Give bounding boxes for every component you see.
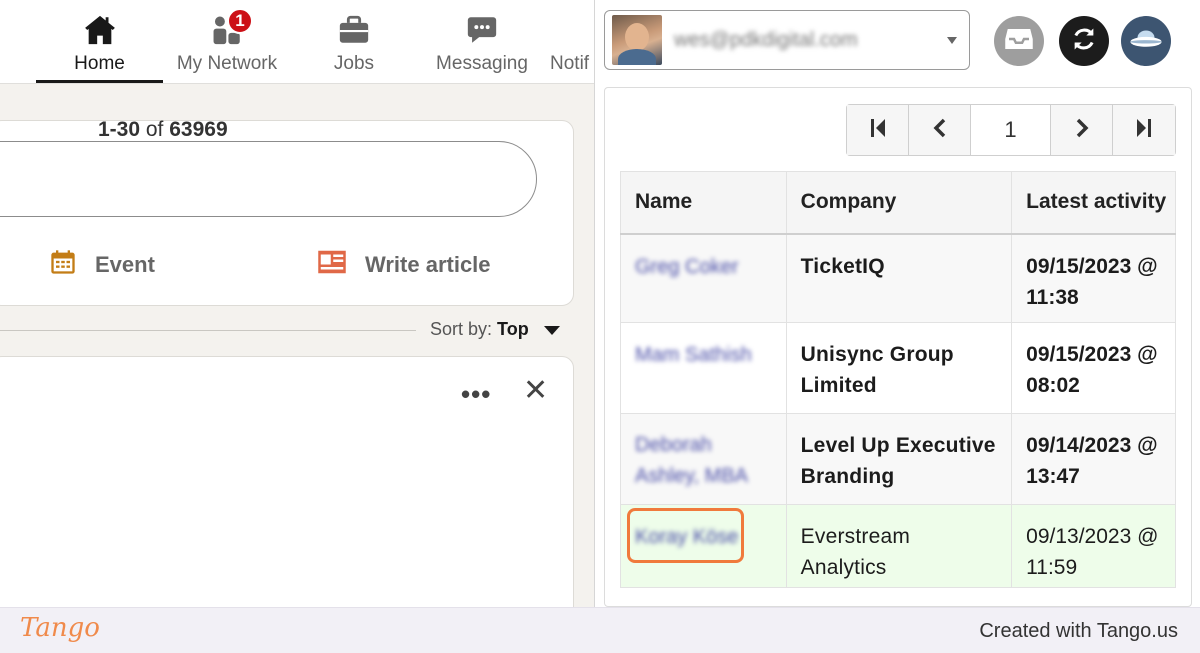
- chevron-right-icon: [1074, 117, 1090, 144]
- sort-dropdown[interactable]: Sort by: Top: [430, 319, 560, 340]
- contact-company: TicketIQ: [785, 233, 1013, 323]
- extension-logo-button[interactable]: [1121, 16, 1171, 66]
- more-options-icon[interactable]: •••: [461, 379, 491, 410]
- pagination-total: 63969: [169, 118, 228, 141]
- avatar: [612, 15, 662, 65]
- last-page-icon: [1135, 117, 1153, 144]
- bell-icon: [550, 12, 590, 48]
- chevron-left-icon: [932, 117, 948, 144]
- nav-messaging[interactable]: Messaging: [430, 0, 534, 84]
- next-page-button[interactable]: [1051, 105, 1113, 155]
- pagination-controls: 1: [846, 104, 1176, 156]
- tango-footer: Tango Created with Tango.us: [0, 607, 1200, 653]
- pagination-range: 1-30: [98, 118, 141, 141]
- contact-name-link[interactable]: Deborah Ashley, MBA: [635, 430, 772, 492]
- contact-name-link[interactable]: Greg Coker: [635, 252, 738, 283]
- caret-down-icon: [543, 325, 560, 335]
- contact-name-link[interactable]: Mam Sathish: [635, 340, 752, 371]
- contact-latest-activity: 09/15/2023 @ 08:02: [1011, 322, 1176, 414]
- sort-value: Top: [497, 319, 529, 339]
- calendar-icon: [49, 247, 77, 283]
- close-icon[interactable]: ✕: [523, 373, 548, 408]
- table-row[interactable]: Greg Coker TicketIQ 09/15/2023 @ 11:38: [620, 233, 1176, 323]
- write-article-label: Write article: [365, 252, 491, 277]
- account-email: wes@pdkdigital.com: [674, 28, 858, 51]
- table-row[interactable]: Deborah Ashley, MBA Level Up Executive B…: [620, 413, 1176, 505]
- chevron-down-icon: [947, 36, 957, 44]
- last-page-button[interactable]: [1113, 105, 1175, 155]
- write-article-button[interactable]: Write article: [317, 247, 491, 283]
- share-box: Event Write article: [0, 120, 574, 306]
- global-nav: Home 1 My Network Jobs Messaging Notif: [0, 0, 600, 84]
- sync-button[interactable]: [1059, 16, 1109, 66]
- event-button[interactable]: Event: [49, 247, 155, 283]
- first-page-button[interactable]: [847, 105, 909, 155]
- nav-home[interactable]: Home: [36, 0, 163, 84]
- inbox-button[interactable]: [994, 16, 1044, 66]
- nav-messaging-label: Messaging: [436, 53, 528, 74]
- contact-latest-activity: 09/13/2023 @ 11:59: [1011, 504, 1176, 588]
- ufo-icon: [1129, 26, 1163, 57]
- nav-notifications-label: Notif: [550, 53, 590, 74]
- article-icon: [317, 247, 347, 283]
- tango-credit[interactable]: Created with Tango.us: [979, 620, 1178, 643]
- nav-home-label: Home: [74, 53, 125, 74]
- nav-jobs-label: Jobs: [333, 53, 375, 74]
- refresh-icon: [1070, 25, 1098, 58]
- page-number-input[interactable]: 1: [971, 105, 1051, 155]
- message-icon: [462, 12, 502, 48]
- divider: [0, 330, 416, 331]
- account-select[interactable]: wes@pdkdigital.com: [604, 10, 970, 70]
- contact-latest-activity: 09/14/2023 @ 13:47: [1011, 413, 1176, 505]
- table-row[interactable]: Mam Sathish Unisync Group Limited 09/15/…: [620, 322, 1176, 414]
- tango-logo: Tango: [20, 613, 100, 643]
- pagination-summary: 1-30 of 63969: [98, 118, 228, 142]
- column-header-latest-activity[interactable]: Latest activity: [1011, 171, 1176, 235]
- table-header-row: Name Company Latest activity: [620, 171, 1176, 235]
- briefcase-icon: [334, 12, 374, 48]
- contact-latest-activity: 09/15/2023 @ 11:38: [1011, 233, 1176, 323]
- home-icon: [80, 12, 120, 48]
- feed-sort-row: Sort by: Top: [0, 316, 580, 346]
- start-post-input[interactable]: [0, 141, 537, 217]
- notification-badge: 1: [227, 8, 253, 34]
- nav-jobs[interactable]: Jobs: [314, 0, 394, 84]
- network-icon: 1: [207, 8, 253, 48]
- column-header-company[interactable]: Company: [785, 171, 1013, 235]
- contact-company: Level Up Executive Branding: [785, 413, 1013, 505]
- nav-my-network-label: My Network: [176, 53, 278, 74]
- column-header-name[interactable]: Name: [620, 171, 787, 235]
- nav-notifications[interactable]: Notif: [550, 0, 600, 84]
- sort-label: Sort by:: [430, 319, 493, 339]
- inbox-icon: [1004, 26, 1034, 57]
- previous-page-button[interactable]: [909, 105, 971, 155]
- contact-company: Unisync Group Limited: [785, 322, 1013, 414]
- event-label: Event: [95, 252, 155, 277]
- nav-my-network[interactable]: 1 My Network: [170, 0, 284, 84]
- click-highlight: [627, 508, 744, 563]
- pagination-of: of: [145, 118, 164, 141]
- contact-company: Everstream Analytics: [785, 504, 1013, 588]
- first-page-icon: [869, 117, 887, 144]
